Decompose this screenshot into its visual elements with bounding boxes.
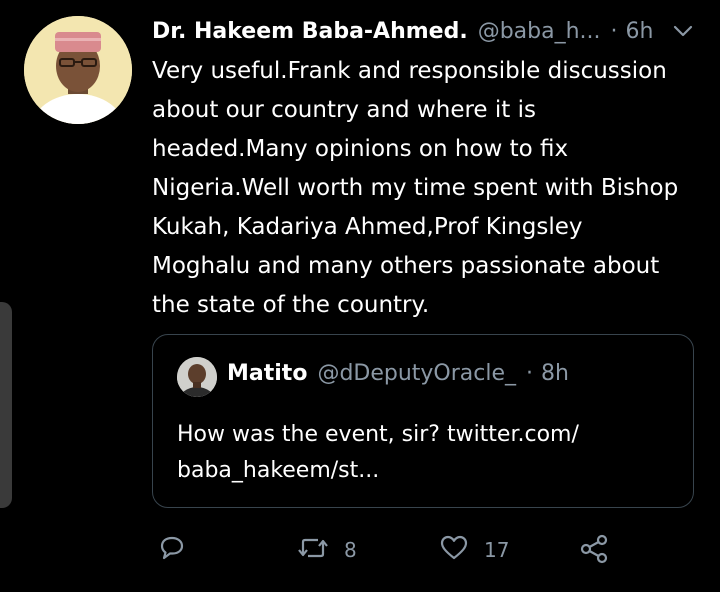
tweet-actions: 8 17 (156, 528, 626, 572)
side-scroll-handle[interactable] (0, 302, 12, 508)
like-button[interactable]: 17 (438, 528, 509, 572)
retweet-button[interactable]: 8 (296, 528, 357, 572)
like-count: 17 (484, 538, 510, 562)
share-button[interactable] (578, 528, 612, 572)
author-name[interactable]: Dr. Hakeem Baba-Ahmed. (152, 19, 468, 44)
quoted-tweet[interactable]: Matito @dDeputyOracle_ · 8h How was the … (152, 334, 694, 508)
quoted-time[interactable]: 8h (541, 361, 569, 386)
author-handle[interactable]: @baba_h... (478, 19, 601, 44)
tweet-text-line: Moghalu and many others passionate about (152, 253, 660, 279)
author-avatar[interactable] (24, 16, 132, 124)
tweet-text-line: Kukah, Kadariya Ahmed,Prof Kingsley (152, 214, 583, 240)
tweet-text-line: the state of the country. (152, 292, 430, 318)
quoted-separator: · (526, 361, 534, 386)
tweet-header: Dr. Hakeem Baba-Ahmed. @baba_h... · 6h (152, 14, 702, 48)
quoted-text-line: baba_hakeem/st... (177, 458, 380, 483)
tweet-text-line: headed.Many opinions on how to fix (152, 136, 569, 162)
reply-button[interactable] (156, 528, 188, 572)
quoted-author-handle[interactable]: @dDeputyOracle_ (317, 361, 516, 386)
tweet-text-line: Very useful.Frank and responsible discus… (152, 58, 667, 84)
quoted-text: How was the event, sir? twitter.com/ bab… (177, 417, 677, 489)
quoted-header: Matito @dDeputyOracle_ · 8h (227, 361, 569, 386)
tweet-text: Very useful.Frank and responsible discus… (152, 52, 702, 325)
quoted-author-name[interactable]: Matito (227, 361, 307, 386)
chevron-down-icon[interactable] (672, 20, 694, 48)
quoted-text-line: How was the event, sir? twitter.com/ (177, 422, 579, 447)
quoted-author-avatar[interactable] (177, 357, 217, 397)
reply-icon (156, 532, 188, 568)
header-separator: · (610, 18, 618, 44)
tweet-text-line: about our country and where it is (152, 97, 536, 123)
retweet-icon (296, 532, 330, 568)
retweet-count: 8 (344, 538, 357, 562)
tweet-time[interactable]: 6h (626, 19, 654, 44)
tweet-text-line: Nigeria.Well worth my time spent with Bi… (152, 175, 679, 201)
share-icon (578, 532, 612, 568)
like-icon (438, 532, 470, 568)
